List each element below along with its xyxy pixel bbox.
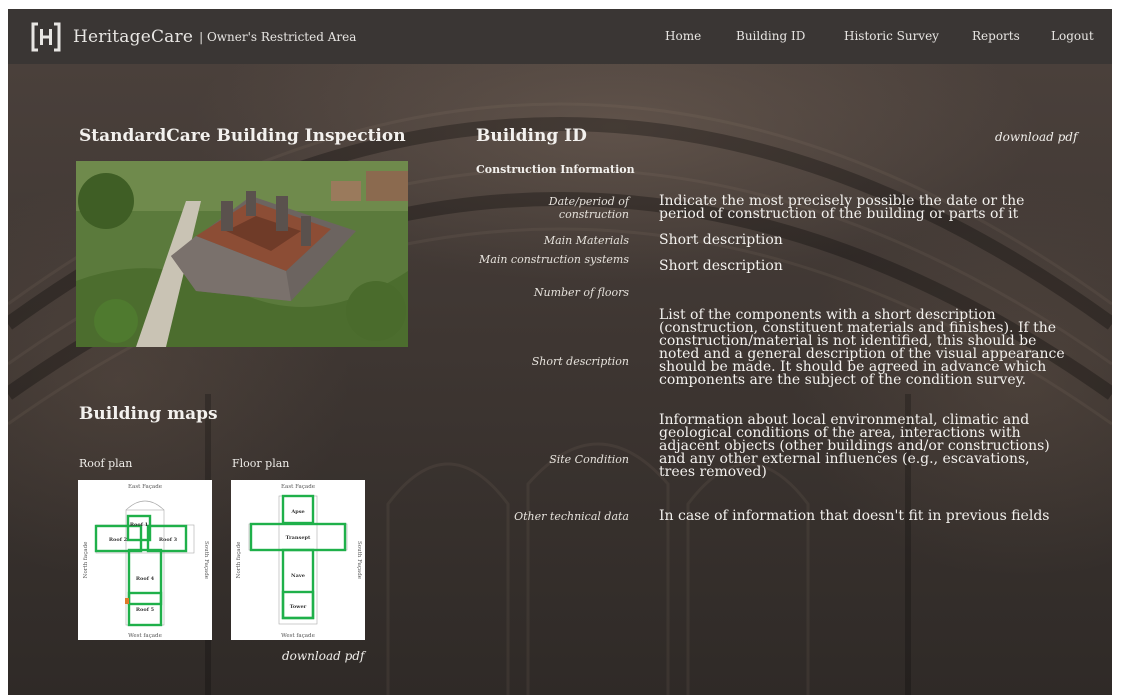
roof-plan-image[interactable]: East Façade West façade North façade Sou… <box>78 480 212 640</box>
floor-plan-image[interactable]: East Façade West façade North façade Sou… <box>231 480 365 640</box>
svg-text:Roof 5: Roof 5 <box>136 607 155 613</box>
row-label-number-of-floors: Number of floors <box>533 286 629 299</box>
row-value-short-description: List of the components with a short desc… <box>659 307 1065 388</box>
svg-text:East Façade: East Façade <box>128 484 162 490</box>
nav-building-id[interactable]: Building ID <box>736 29 805 43</box>
construction-information-heading: Construction Information <box>476 163 635 176</box>
maps-download-pdf-link[interactable]: download pdf <box>282 649 364 663</box>
nav-reports[interactable]: Reports <box>972 29 1020 43</box>
row-label-main-construction-systems: Main construction systems <box>479 253 630 266</box>
nav-home[interactable]: Home <box>665 29 701 43</box>
svg-text:East Façade: East Façade <box>281 484 315 490</box>
svg-text:Apse: Apse <box>290 509 304 515</box>
navbar: HeritageCare | Owner's Restricted Area H… <box>8 9 1112 64</box>
svg-text:West façade: West façade <box>281 633 315 639</box>
svg-text:Roof 4: Roof 4 <box>136 576 155 582</box>
inspection-title: StandardCare Building Inspection <box>79 126 406 146</box>
building-photo <box>76 161 408 347</box>
svg-text:Roof 1: Roof 1 <box>130 522 148 528</box>
svg-text:North façade: North façade <box>236 542 242 579</box>
row-label-date-period: Date/period of construction <box>548 195 629 221</box>
nav-logout[interactable]: Logout <box>1051 29 1094 43</box>
row-label-other-technical-data: Other technical data <box>514 510 629 523</box>
svg-text:South Façade: South Façade <box>356 541 362 579</box>
row-value-main-materials: Short description <box>659 232 783 248</box>
svg-text:South Façade: South Façade <box>203 541 209 579</box>
building-id-title: Building ID <box>476 126 587 146</box>
row-label-short-description: Short description <box>531 355 629 368</box>
maps-title: Building maps <box>79 404 218 424</box>
svg-text:West façade: West façade <box>128 633 162 639</box>
roof-plan-label: Roof plan <box>79 457 133 470</box>
svg-text:Tower: Tower <box>290 604 307 610</box>
nav-links: Home Building ID Historic Survey Reports… <box>8 9 1112 64</box>
floor-plan-label: Floor plan <box>232 457 290 470</box>
building-id-download-pdf-link[interactable]: download pdf <box>995 130 1077 144</box>
svg-text:Transept: Transept <box>286 535 311 541</box>
row-value-main-construction-systems: Short description <box>659 258 783 274</box>
main-content: StandardCare Building Inspection Buildin… <box>8 64 1112 695</box>
svg-text:North façade: North façade <box>83 542 89 579</box>
row-label-main-materials: Main Materials <box>543 234 629 247</box>
svg-text:Roof 2: Roof 2 <box>109 537 128 543</box>
row-label-site-condition: Site Condition <box>549 453 629 466</box>
row-value-site-condition: Information about local environmental, c… <box>659 412 1050 480</box>
nav-historic-survey[interactable]: Historic Survey <box>844 29 939 43</box>
row-value-date-period: Indicate the most precisely possible the… <box>659 193 1025 222</box>
svg-text:Roof 3: Roof 3 <box>159 537 178 543</box>
row-value-other-technical-data: In case of information that doesn't fit … <box>659 508 1050 524</box>
svg-text:Nave: Nave <box>291 573 305 579</box>
